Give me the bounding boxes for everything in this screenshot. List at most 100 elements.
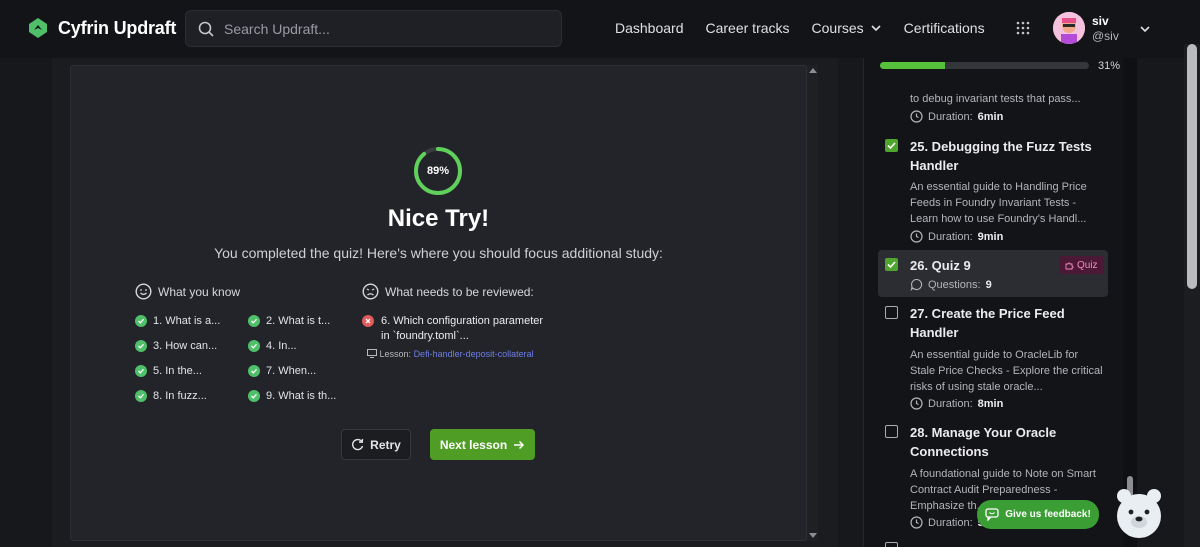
lesson-checkbox[interactable] (885, 258, 898, 271)
duration-value: 9min (977, 230, 1004, 243)
known-item: 1. What is a... (135, 315, 220, 327)
avatar[interactable] (1053, 12, 1085, 44)
nav-courses[interactable]: Courses (812, 20, 882, 36)
course-progress-fill (880, 62, 945, 69)
chat-icon (910, 278, 923, 291)
check-circle-icon (248, 390, 260, 402)
lesson-duration: Duration: 8min (910, 397, 1003, 410)
quiz-badge-label: Quiz (1077, 259, 1098, 271)
scroll-down-icon[interactable] (809, 533, 817, 538)
known-item: 5. In the... (135, 365, 202, 377)
search-icon (198, 21, 214, 37)
lesson-description: An essential guide to Handling Price Fee… (910, 181, 1087, 225)
lesson-checkbox[interactable] (885, 306, 898, 319)
review-question: 6. Which configuration parameter in `fou… (381, 315, 544, 342)
known-item-label: 1. What is a... (153, 315, 221, 327)
known-section-heading: What you know (135, 283, 240, 300)
score-value: 89% (426, 165, 450, 177)
quiz-badge: Quiz (1059, 256, 1104, 274)
questions-label: Questions: (928, 278, 981, 291)
retry-button[interactable]: Retry (341, 429, 411, 460)
user-menu-chevron-icon[interactable] (1139, 23, 1151, 35)
x-circle-icon (362, 315, 374, 327)
review-lesson-label: Lesson: (379, 349, 412, 359)
known-item-label: 8. In fuzz... (153, 390, 207, 402)
user-handle: @siv (1092, 29, 1119, 43)
known-item-label: 9. What is th... (266, 390, 337, 402)
user-info[interactable]: siv @siv (1092, 14, 1119, 44)
check-circle-icon (135, 340, 147, 352)
check-circle-icon (248, 340, 260, 352)
duration-label: Duration: (928, 110, 973, 123)
apps-grid-icon[interactable] (1016, 21, 1030, 35)
check-circle-icon (135, 390, 147, 402)
questions-value: 9 (985, 278, 992, 291)
monitor-icon (367, 349, 377, 358)
course-progress-percent: 31% (1098, 60, 1121, 72)
review-section-heading: What needs to be reviewed: (362, 283, 534, 300)
lesson-checkbox[interactable] (885, 425, 898, 438)
brand-logo[interactable]: Cyfrin Updraft (26, 16, 176, 40)
known-item: 9. What is th... (248, 390, 336, 402)
next-lesson-button[interactable]: Next lesson (430, 429, 535, 460)
course-progress-bar (880, 62, 1089, 69)
cyfrin-logo-icon (29, 18, 47, 38)
duration-label: Duration: (928, 397, 973, 410)
lesson-checkbox[interactable] (885, 139, 898, 152)
clock-icon (910, 516, 923, 529)
frown-icon (362, 283, 379, 300)
top-nav: Cyfrin Updraft Dashboard Career tracks C… (0, 0, 1200, 58)
review-lesson-link[interactable]: Defi-handler-deposit-collateral (414, 349, 534, 359)
bear-mascot-icon[interactable] (1113, 486, 1165, 542)
avatar-image (1053, 12, 1085, 44)
duration-value: 8min (977, 397, 1004, 410)
duration-label: Duration: (928, 516, 973, 529)
retry-label: Retry (370, 437, 401, 452)
feedback-label: Give us feedback! (1005, 509, 1091, 520)
result-message: You completed the quiz! Here's where you… (214, 245, 663, 261)
sidebar-scrollbar[interactable] (1123, 58, 1137, 547)
scroll-up-icon[interactable] (809, 68, 817, 73)
review-lesson: Lesson: Defi-handler-deposit-collateral (367, 347, 557, 361)
search-input[interactable] (224, 20, 524, 37)
lesson-duration: Duration: 9min (910, 230, 1003, 243)
window-scroll-thumb[interactable] (1187, 44, 1197, 289)
check-circle-icon (248, 315, 260, 327)
lesson-title[interactable]: 26. Quiz 9 (910, 256, 1050, 275)
lesson-questions: Questions: 9 (910, 278, 992, 291)
check-circle-icon (135, 315, 147, 327)
chevron-down-icon (871, 25, 881, 32)
known-item-label: 7. When... (266, 365, 317, 377)
next-lesson-label: Next lesson (439, 437, 508, 452)
feedback-button[interactable]: Give us feedback! (977, 500, 1099, 529)
known-item: 4. In... (248, 340, 297, 352)
lesson-duration: Duration: 6min (910, 110, 1003, 123)
nav-certifications[interactable]: Certifications (904, 20, 985, 36)
refresh-icon (352, 438, 364, 451)
lesson-description: to debug invariant tests that pass... (910, 93, 1081, 105)
known-item-label: 3. How can... (153, 340, 218, 352)
known-item-label: 2. What is t... (266, 315, 331, 327)
lesson-title[interactable]: 27. Create the Price Feed Handler (910, 304, 1100, 342)
lesson-description: An essential guide to OracleLib for Stal… (910, 349, 1103, 393)
clock-icon (910, 230, 923, 243)
nav-dashboard[interactable]: Dashboard (615, 20, 684, 36)
content-scrollbar[interactable] (807, 65, 818, 541)
quiz-results-panel (70, 65, 807, 541)
result-heading: Nice Try! (387, 205, 490, 232)
known-item: 7. When... (248, 365, 316, 377)
duration-label: Duration: (928, 230, 973, 243)
window-scrollbar[interactable] (1184, 44, 1200, 547)
check-circle-icon (135, 365, 147, 377)
lesson-title[interactable]: 25. Debugging the Fuzz Tests Handler (910, 137, 1100, 175)
nav-career-tracks[interactable]: Career tracks (706, 20, 790, 36)
lesson-checkbox[interactable] (885, 542, 898, 547)
known-item: 8. In fuzz... (135, 390, 207, 402)
known-item-label: 4. In... (266, 340, 297, 352)
arrow-right-icon (514, 440, 525, 449)
known-item: 2. What is t... (248, 315, 330, 327)
lesson-title[interactable]: 28. Manage Your Oracle Connections (910, 423, 1100, 461)
feedback-icon (985, 508, 999, 521)
clock-icon (910, 110, 923, 123)
search-box[interactable] (185, 10, 562, 47)
